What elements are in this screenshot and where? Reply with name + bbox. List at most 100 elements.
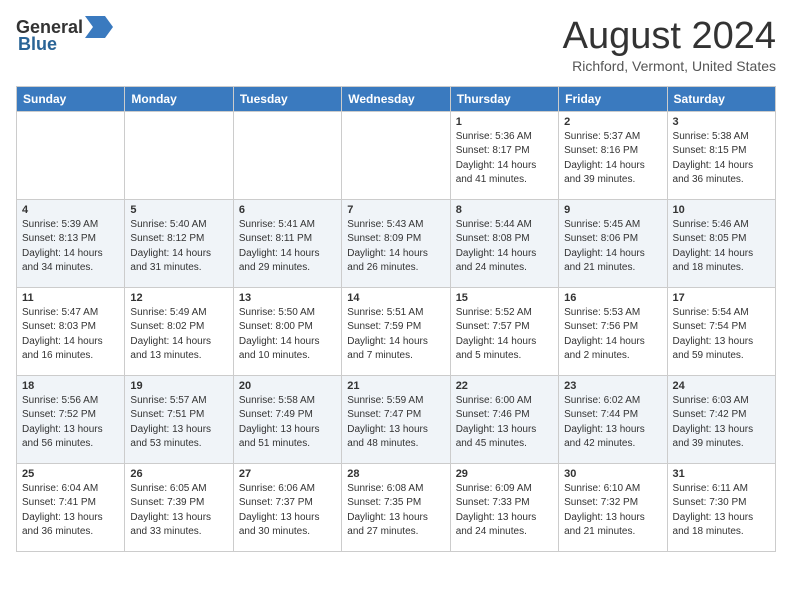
calendar-cell: 25 Sunrise: 6:04 AM Sunset: 7:41 PM Dayli… xyxy=(17,463,125,551)
calendar-cell: 24Sunrise: 6:03 AM Sunset: 7:42 PM Dayli… xyxy=(667,375,775,463)
calendar-cell: 8 Sunrise: 5:44 AM Sunset: 8:08 PM Daylig… xyxy=(450,199,558,287)
day-number: 28 xyxy=(347,468,444,480)
day-info: Sunrise: 6:10 AM Sunset: 7:32 PM Dayligh… xyxy=(564,482,661,540)
calendar-cell xyxy=(125,111,233,199)
calendar-cell: 10 Sunrise: 5:46 AM Sunset: 8:05 PM Dayli… xyxy=(667,199,775,287)
day-number: 30 xyxy=(564,468,661,480)
column-header-sunday: Sunday xyxy=(17,86,125,111)
day-info: Sunrise: 6:02 AM Sunset: 7:44 PM Dayligh… xyxy=(564,394,661,452)
day-info: Sunrise: 5:44 AM Sunset: 8:08 PM Dayligh… xyxy=(456,218,553,276)
day-number: 14 xyxy=(347,292,444,304)
logo-blue-text: Blue xyxy=(18,34,57,55)
location-text: Richford, Vermont, United States xyxy=(563,58,776,74)
calendar-cell: 4Sunrise: 5:39 AM Sunset: 8:13 PM Daylig… xyxy=(17,199,125,287)
day-number: 19 xyxy=(130,380,227,392)
calendar-cell: 27 Sunrise: 6:06 AM Sunset: 7:37 PM Dayli… xyxy=(233,463,341,551)
day-info: Sunrise: 5:52 AM Sunset: 7:57 PM Dayligh… xyxy=(456,306,553,364)
day-info: Sunrise: 5:53 AM Sunset: 7:56 PM Dayligh… xyxy=(564,306,661,364)
day-info: Sunrise: 5:56 AM Sunset: 7:52 PM Dayligh… xyxy=(22,394,119,452)
calendar-cell: 31 Sunrise: 6:11 AM Sunset: 7:30 PM Dayli… xyxy=(667,463,775,551)
calendar-week-5: 25 Sunrise: 6:04 AM Sunset: 7:41 PM Dayli… xyxy=(17,463,776,551)
day-info: Sunrise: 6:06 AM Sunset: 7:37 PM Dayligh… xyxy=(239,482,336,540)
day-info: Sunrise: 5:39 AM Sunset: 8:13 PM Dayligh… xyxy=(22,218,119,276)
logo: General Blue xyxy=(16,16,113,55)
day-number: 31 xyxy=(673,468,770,480)
title-area: August 2024 Richford, Vermont, United St… xyxy=(563,16,776,74)
calendar-cell: 17 Sunrise: 5:54 AM Sunset: 7:54 PM Dayli… xyxy=(667,287,775,375)
calendar-cell: 3 Sunrise: 5:38 AM Sunset: 8:15 PM Daylig… xyxy=(667,111,775,199)
day-number: 20 xyxy=(239,380,336,392)
calendar-body: 1 Sunrise: 5:36 AM Sunset: 8:17 PM Daylig… xyxy=(17,111,776,551)
day-info: Sunrise: 5:49 AM Sunset: 8:02 PM Dayligh… xyxy=(130,306,227,364)
calendar-table: SundayMondayTuesdayWednesdayThursdayFrid… xyxy=(16,86,776,552)
day-number: 9 xyxy=(564,204,661,216)
day-number: 11 xyxy=(22,292,119,304)
calendar-cell: 6 Sunrise: 5:41 AM Sunset: 8:11 PM Daylig… xyxy=(233,199,341,287)
day-number: 24 xyxy=(673,380,770,392)
day-info: Sunrise: 5:37 AM Sunset: 8:16 PM Dayligh… xyxy=(564,130,661,188)
day-number: 13 xyxy=(239,292,336,304)
calendar-cell: 23Sunrise: 6:02 AM Sunset: 7:44 PM Dayli… xyxy=(559,375,667,463)
day-info: Sunrise: 6:04 AM Sunset: 7:41 PM Dayligh… xyxy=(22,482,119,540)
day-number: 29 xyxy=(456,468,553,480)
calendar-cell: 29 Sunrise: 6:09 AM Sunset: 7:33 PM Dayli… xyxy=(450,463,558,551)
day-number: 8 xyxy=(456,204,553,216)
calendar-cell: 11 Sunrise: 5:47 AM Sunset: 8:03 PM Dayli… xyxy=(17,287,125,375)
day-number: 21 xyxy=(347,380,444,392)
day-number: 6 xyxy=(239,204,336,216)
calendar-cell xyxy=(17,111,125,199)
day-number: 3 xyxy=(673,116,770,128)
day-number: 26 xyxy=(130,468,227,480)
day-number: 1 xyxy=(456,116,553,128)
day-info: Sunrise: 5:36 AM Sunset: 8:17 PM Dayligh… xyxy=(456,130,553,188)
day-info: Sunrise: 5:51 AM Sunset: 7:59 PM Dayligh… xyxy=(347,306,444,364)
calendar-cell: 22 Sunrise: 6:00 AM Sunset: 7:46 PM Dayli… xyxy=(450,375,558,463)
calendar-cell: 30 Sunrise: 6:10 AM Sunset: 7:32 PM Dayli… xyxy=(559,463,667,551)
calendar-cell: 28 Sunrise: 6:08 AM Sunset: 7:35 PM Dayli… xyxy=(342,463,450,551)
calendar-cell: 13Sunrise: 5:50 AM Sunset: 8:00 PM Dayli… xyxy=(233,287,341,375)
calendar-cell: 2 Sunrise: 5:37 AM Sunset: 8:16 PM Daylig… xyxy=(559,111,667,199)
day-info: Sunrise: 5:58 AM Sunset: 7:49 PM Dayligh… xyxy=(239,394,336,452)
day-info: Sunrise: 6:09 AM Sunset: 7:33 PM Dayligh… xyxy=(456,482,553,540)
day-number: 7 xyxy=(347,204,444,216)
day-number: 2 xyxy=(564,116,661,128)
calendar-cell: 14 Sunrise: 5:51 AM Sunset: 7:59 PM Dayli… xyxy=(342,287,450,375)
day-info: Sunrise: 5:46 AM Sunset: 8:05 PM Dayligh… xyxy=(673,218,770,276)
calendar-cell xyxy=(233,111,341,199)
day-info: Sunrise: 5:38 AM Sunset: 8:15 PM Dayligh… xyxy=(673,130,770,188)
day-info: Sunrise: 5:43 AM Sunset: 8:09 PM Dayligh… xyxy=(347,218,444,276)
calendar-cell: 12Sunrise: 5:49 AM Sunset: 8:02 PM Dayli… xyxy=(125,287,233,375)
calendar-week-3: 11 Sunrise: 5:47 AM Sunset: 8:03 PM Dayli… xyxy=(17,287,776,375)
header-row: SundayMondayTuesdayWednesdayThursdayFrid… xyxy=(17,86,776,111)
day-number: 10 xyxy=(673,204,770,216)
day-info: Sunrise: 6:00 AM Sunset: 7:46 PM Dayligh… xyxy=(456,394,553,452)
page-header: General Blue August 2024 Richford, Vermo… xyxy=(16,16,776,74)
calendar-week-2: 4Sunrise: 5:39 AM Sunset: 8:13 PM Daylig… xyxy=(17,199,776,287)
logo-arrow-icon xyxy=(85,16,113,38)
day-info: Sunrise: 5:59 AM Sunset: 7:47 PM Dayligh… xyxy=(347,394,444,452)
day-info: Sunrise: 5:47 AM Sunset: 8:03 PM Dayligh… xyxy=(22,306,119,364)
day-info: Sunrise: 6:08 AM Sunset: 7:35 PM Dayligh… xyxy=(347,482,444,540)
calendar-cell: 18Sunrise: 5:56 AM Sunset: 7:52 PM Dayli… xyxy=(17,375,125,463)
day-info: Sunrise: 6:05 AM Sunset: 7:39 PM Dayligh… xyxy=(130,482,227,540)
day-info: Sunrise: 5:57 AM Sunset: 7:51 PM Dayligh… xyxy=(130,394,227,452)
day-number: 5 xyxy=(130,204,227,216)
day-info: Sunrise: 6:11 AM Sunset: 7:30 PM Dayligh… xyxy=(673,482,770,540)
calendar-cell: 19 Sunrise: 5:57 AM Sunset: 7:51 PM Dayli… xyxy=(125,375,233,463)
calendar-week-1: 1 Sunrise: 5:36 AM Sunset: 8:17 PM Daylig… xyxy=(17,111,776,199)
day-number: 16 xyxy=(564,292,661,304)
calendar-cell: 15Sunrise: 5:52 AM Sunset: 7:57 PM Dayli… xyxy=(450,287,558,375)
column-header-friday: Friday xyxy=(559,86,667,111)
calendar-cell: 9 Sunrise: 5:45 AM Sunset: 8:06 PM Daylig… xyxy=(559,199,667,287)
day-number: 17 xyxy=(673,292,770,304)
day-info: Sunrise: 5:45 AM Sunset: 8:06 PM Dayligh… xyxy=(564,218,661,276)
day-info: Sunrise: 5:54 AM Sunset: 7:54 PM Dayligh… xyxy=(673,306,770,364)
calendar-week-4: 18Sunrise: 5:56 AM Sunset: 7:52 PM Dayli… xyxy=(17,375,776,463)
day-number: 25 xyxy=(22,468,119,480)
column-header-saturday: Saturday xyxy=(667,86,775,111)
column-header-tuesday: Tuesday xyxy=(233,86,341,111)
day-info: Sunrise: 5:41 AM Sunset: 8:11 PM Dayligh… xyxy=(239,218,336,276)
calendar-cell xyxy=(342,111,450,199)
day-number: 22 xyxy=(456,380,553,392)
day-number: 27 xyxy=(239,468,336,480)
